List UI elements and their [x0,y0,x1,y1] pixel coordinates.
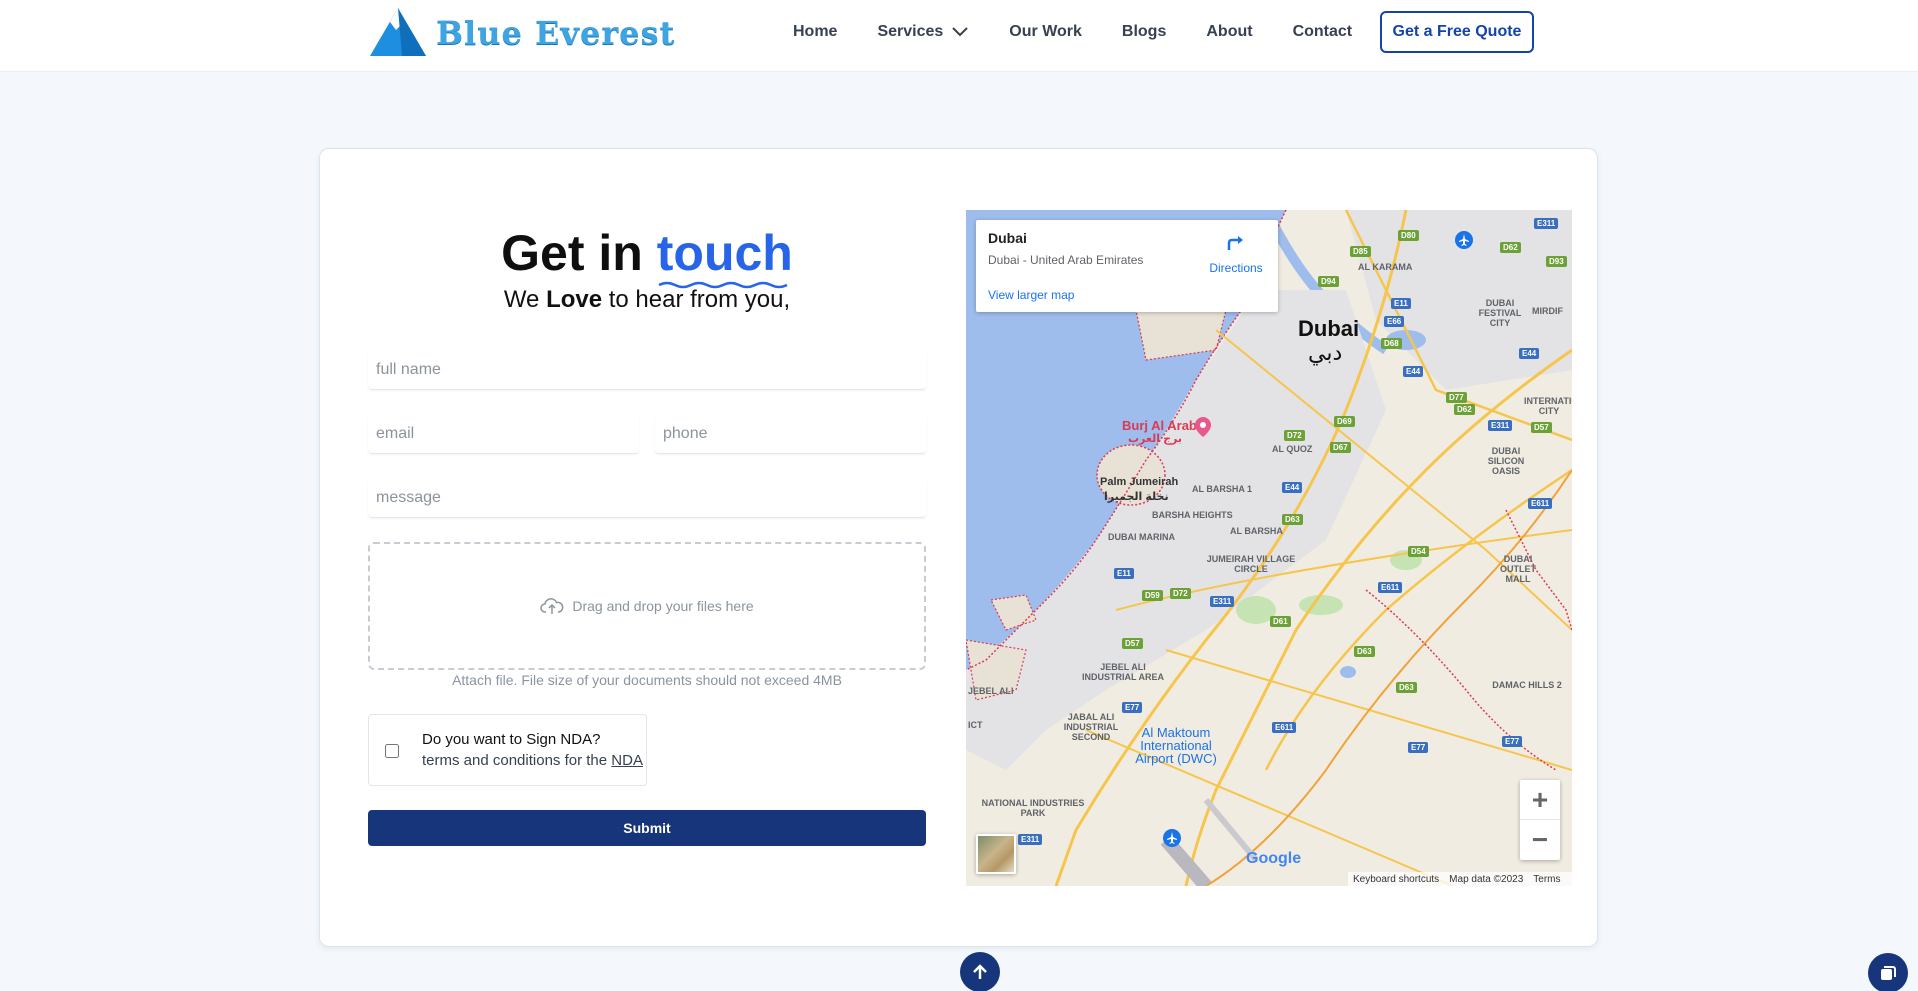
map-city-label-ar: دبي [1308,340,1343,365]
airport-icon-dxb [1455,231,1473,249]
map-pin-icon [1195,417,1211,437]
google-logo: Google [1246,850,1301,868]
heading-accent: touch [656,225,793,289]
map-label-festival-city: DUBAI FESTIVAL CITY [1478,298,1522,328]
map-poi-burj-ar: برج العرب [1128,433,1182,445]
map-info-window: Dubai Dubai - United Arab Emirates View … [976,220,1278,312]
map-label-jebel-ali-ind2: JABAL ALI INDUSTRIAL SECOND [1063,712,1119,742]
sub-suffix: to hear from you, [608,286,791,313]
map-label-palm: Palm Jumeirah [1100,476,1179,488]
keyboard-shortcuts-link[interactable]: Keyboard shortcuts [1353,874,1439,885]
map-label-al-barsha: AL BARSHA [1230,526,1283,536]
map-label-jebel-ali: JEBEL ALI [968,686,1014,696]
map-layer-toggle[interactable] [976,834,1016,874]
contact-subheading: We Love to hear from you, [368,286,926,314]
map-label-silicon-oasis: DUBAI SILICON OASIS [1487,446,1525,476]
site-header: Blue Everest Home Services Our Work Blog… [0,0,1918,72]
scroll-to-top-button[interactable] [960,952,1000,991]
logo-text: Blue Everest [436,14,676,52]
nda-link[interactable]: NDA [611,752,643,769]
map-zoom-control: + − [1520,780,1560,860]
email-input[interactable] [368,414,639,454]
map-label-mirdif: MIRDIF [1532,306,1563,316]
cloud-upload-icon [540,598,564,614]
chat-icon [1881,966,1896,980]
dropzone-text: Drag and drop your files here [572,598,754,614]
map-place-name: Dubai [988,230,1027,246]
nav-about[interactable]: About [1206,23,1252,41]
map-label-barsha-heights: BARSHA HEIGHTS [1152,510,1233,520]
submit-button[interactable]: Submit [368,810,926,846]
map-label-jvc: JUMEIRAH VILLAGE CIRCLE [1206,554,1296,574]
map-city-label: Dubai [1298,316,1360,341]
map-label-jebel-ali-ind: JEBEL ALI INDUSTRIAL AREA [1081,662,1164,682]
phone-input[interactable] [655,414,926,454]
mountain-logo-icon [370,8,426,56]
google-logo-text: Google [1246,850,1302,867]
heading-accent-text: touch [656,225,793,281]
map-poi-burj[interactable]: Burj Al Arab [1122,418,1197,433]
directions-label: Directions [1209,261,1263,275]
main-nav: Home Services Our Work Blogs About Conta… [793,0,1392,64]
airport-icon [1163,829,1181,847]
map-label-airport: Al Maktoum International Airport (DWC) [1135,725,1217,766]
nda-box: Do you want to Sign NDA? terms and condi… [368,714,647,786]
sub-prefix: We [503,286,540,313]
map-embed[interactable]: D80 D85 D94 E11 E66 D68 E44 E44 D77 D62 … [966,210,1572,886]
map-label-al-quoz: AL QUOZ [1272,444,1313,454]
map-footer: Keyboard shortcuts Map data ©2023 Terms [1348,872,1572,886]
sub-bold: Love [546,286,603,313]
free-quote-button[interactable]: Get a Free Quote [1380,11,1534,53]
chat-widget-button[interactable] [1868,953,1908,991]
zoom-in-button[interactable]: + [1520,780,1560,820]
nav-blogs[interactable]: Blogs [1122,23,1166,41]
directions-button[interactable]: Directions [1204,232,1268,275]
map-place-address: Dubai - United Arab Emirates [988,253,1144,267]
map-data-credit: Map data ©2023 [1449,873,1524,885]
map-label-damac-hills: DAMAC HILLS 2 [1492,680,1562,690]
map-label-al-karama: AL KARAMA [1358,262,1413,272]
nav-home[interactable]: Home [793,23,837,41]
nav-contact[interactable]: Contact [1293,23,1353,41]
map-label-ict: ICT [968,720,983,730]
directions-icon [1227,236,1243,250]
logo[interactable]: Blue Everest [368,6,675,60]
arrow-up-icon [973,964,987,979]
nav-services[interactable]: Services [877,23,969,41]
nav-services-label: Services [877,23,944,40]
map-label-dubai-marina: DUBAI MARINA [1108,532,1175,542]
map-label-outlet-mall: DUBAI OUTLET MALL [1500,554,1536,584]
nda-question: Do you want to Sign NDA? [422,731,601,748]
heading-prefix: Get in [501,225,643,281]
nda-terms: terms and conditions for the NDA [422,752,643,769]
map-label-al-barsha-1: AL BARSHA 1 [1192,484,1253,494]
nda-terms-prefix: terms and conditions for the [422,752,608,769]
message-input[interactable] [368,478,926,518]
attach-hint: Attach file. File size of your documents… [452,672,842,688]
map-label-palm-ar: نخلة الجميرا [1104,491,1169,503]
chevron-down-icon [952,27,969,37]
full-name-input[interactable] [368,350,926,390]
contact-heading: Get in touch [368,224,926,289]
view-larger-map-link[interactable]: View larger map [988,288,1074,302]
nda-checkbox[interactable] [385,744,399,758]
map-terms-link[interactable]: Terms [1533,874,1560,885]
nav-our-work[interactable]: Our Work [1009,23,1082,41]
map-label-national-ind: NATIONAL INDUSTRIES PARK [981,798,1085,818]
file-dropzone[interactable]: Drag and drop your files here [368,542,926,670]
map-label-international-city: INTERNATIONAL CITY [1524,396,1572,416]
zoom-out-button[interactable]: − [1520,820,1560,860]
